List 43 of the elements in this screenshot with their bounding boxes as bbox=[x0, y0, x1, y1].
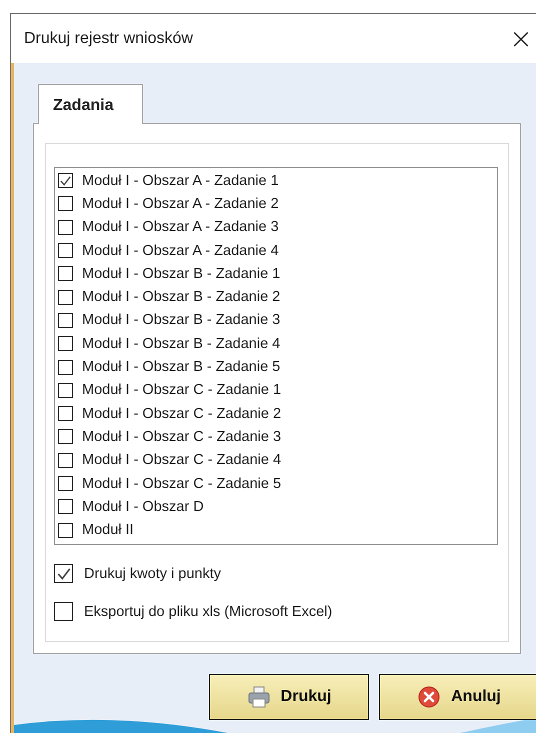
checkbox[interactable] bbox=[58, 382, 73, 398]
task-label[interactable]: Moduł I - Obszar C - Zadanie 5 bbox=[82, 476, 282, 492]
checkbox[interactable] bbox=[58, 173, 73, 188]
close-button[interactable]: × bbox=[501, 24, 536, 52]
printer-icon bbox=[246, 684, 271, 709]
task-label[interactable]: Moduł I - Obszar C - Zadanie 2 bbox=[82, 406, 282, 422]
print-button[interactable]: Drukuj bbox=[209, 674, 369, 720]
checkbox[interactable] bbox=[58, 360, 73, 375]
task-label[interactable]: Moduł I - Obszar B - Zadanie 1 bbox=[82, 266, 280, 282]
task-label[interactable]: Moduł I - Obszar B - Zadanie 3 bbox=[82, 312, 280, 328]
checkbox[interactable] bbox=[58, 429, 73, 444]
tab[interactable]: Zadania bbox=[38, 84, 143, 124]
task-label[interactable]: Moduł I - Obszar B - Zadanie 4 bbox=[82, 336, 280, 352]
checkbox[interactable] bbox=[54, 564, 73, 584]
task-label[interactable]: Moduł I - Obszar D bbox=[82, 498, 204, 515]
checkbox[interactable] bbox=[54, 602, 73, 622]
checkbox[interactable] bbox=[58, 243, 73, 258]
task-label[interactable]: Moduł I - Obszar A - Zadanie 2 bbox=[82, 196, 279, 212]
task-label[interactable]: Moduł I - Obszar A - Zadanie 3 bbox=[82, 219, 279, 236]
task-label[interactable]: Moduł I - Obszar A - Zadanie 4 bbox=[82, 242, 279, 259]
checkbox[interactable] bbox=[58, 336, 73, 352]
task-label[interactable]: Moduł I - Obszar A - Zadanie 1 bbox=[82, 172, 279, 189]
task-label[interactable]: Moduł I - Obszar C - Zadanie 3 bbox=[82, 428, 282, 445]
option-label[interactable]: Drukuj kwoty i punkty bbox=[84, 566, 221, 582]
checkbox[interactable] bbox=[58, 499, 73, 514]
checkbox[interactable] bbox=[58, 312, 73, 328]
option-label[interactable]: Eksportuj do pliku xls (Microsoft Excel) bbox=[84, 604, 332, 620]
task-label[interactable]: Moduł I - Obszar B - Zadanie 2 bbox=[82, 289, 280, 306]
task-label[interactable]: Moduł I - Obszar C - Zadanie 1 bbox=[82, 382, 282, 398]
task-label[interactable]: Moduł I - Obszar B - Zadanie 5 bbox=[82, 359, 280, 376]
checkbox[interactable] bbox=[58, 196, 73, 212]
checkbox[interactable] bbox=[58, 452, 73, 468]
checkbox[interactable] bbox=[58, 266, 73, 282]
cancel-button[interactable]: Anuluj bbox=[379, 674, 536, 720]
task-label[interactable]: Moduł I - Obszar C - Zadanie 4 bbox=[82, 452, 282, 468]
checkbox[interactable] bbox=[58, 406, 73, 422]
checkbox[interactable] bbox=[58, 220, 73, 235]
window-title: Drukuj rejestr wniosków bbox=[24, 30, 193, 48]
task-label[interactable]: Moduł II bbox=[82, 522, 134, 538]
checkbox[interactable] bbox=[58, 290, 73, 305]
checkbox[interactable] bbox=[58, 476, 73, 491]
checkbox[interactable] bbox=[58, 522, 73, 538]
cancel-icon bbox=[417, 684, 442, 709]
